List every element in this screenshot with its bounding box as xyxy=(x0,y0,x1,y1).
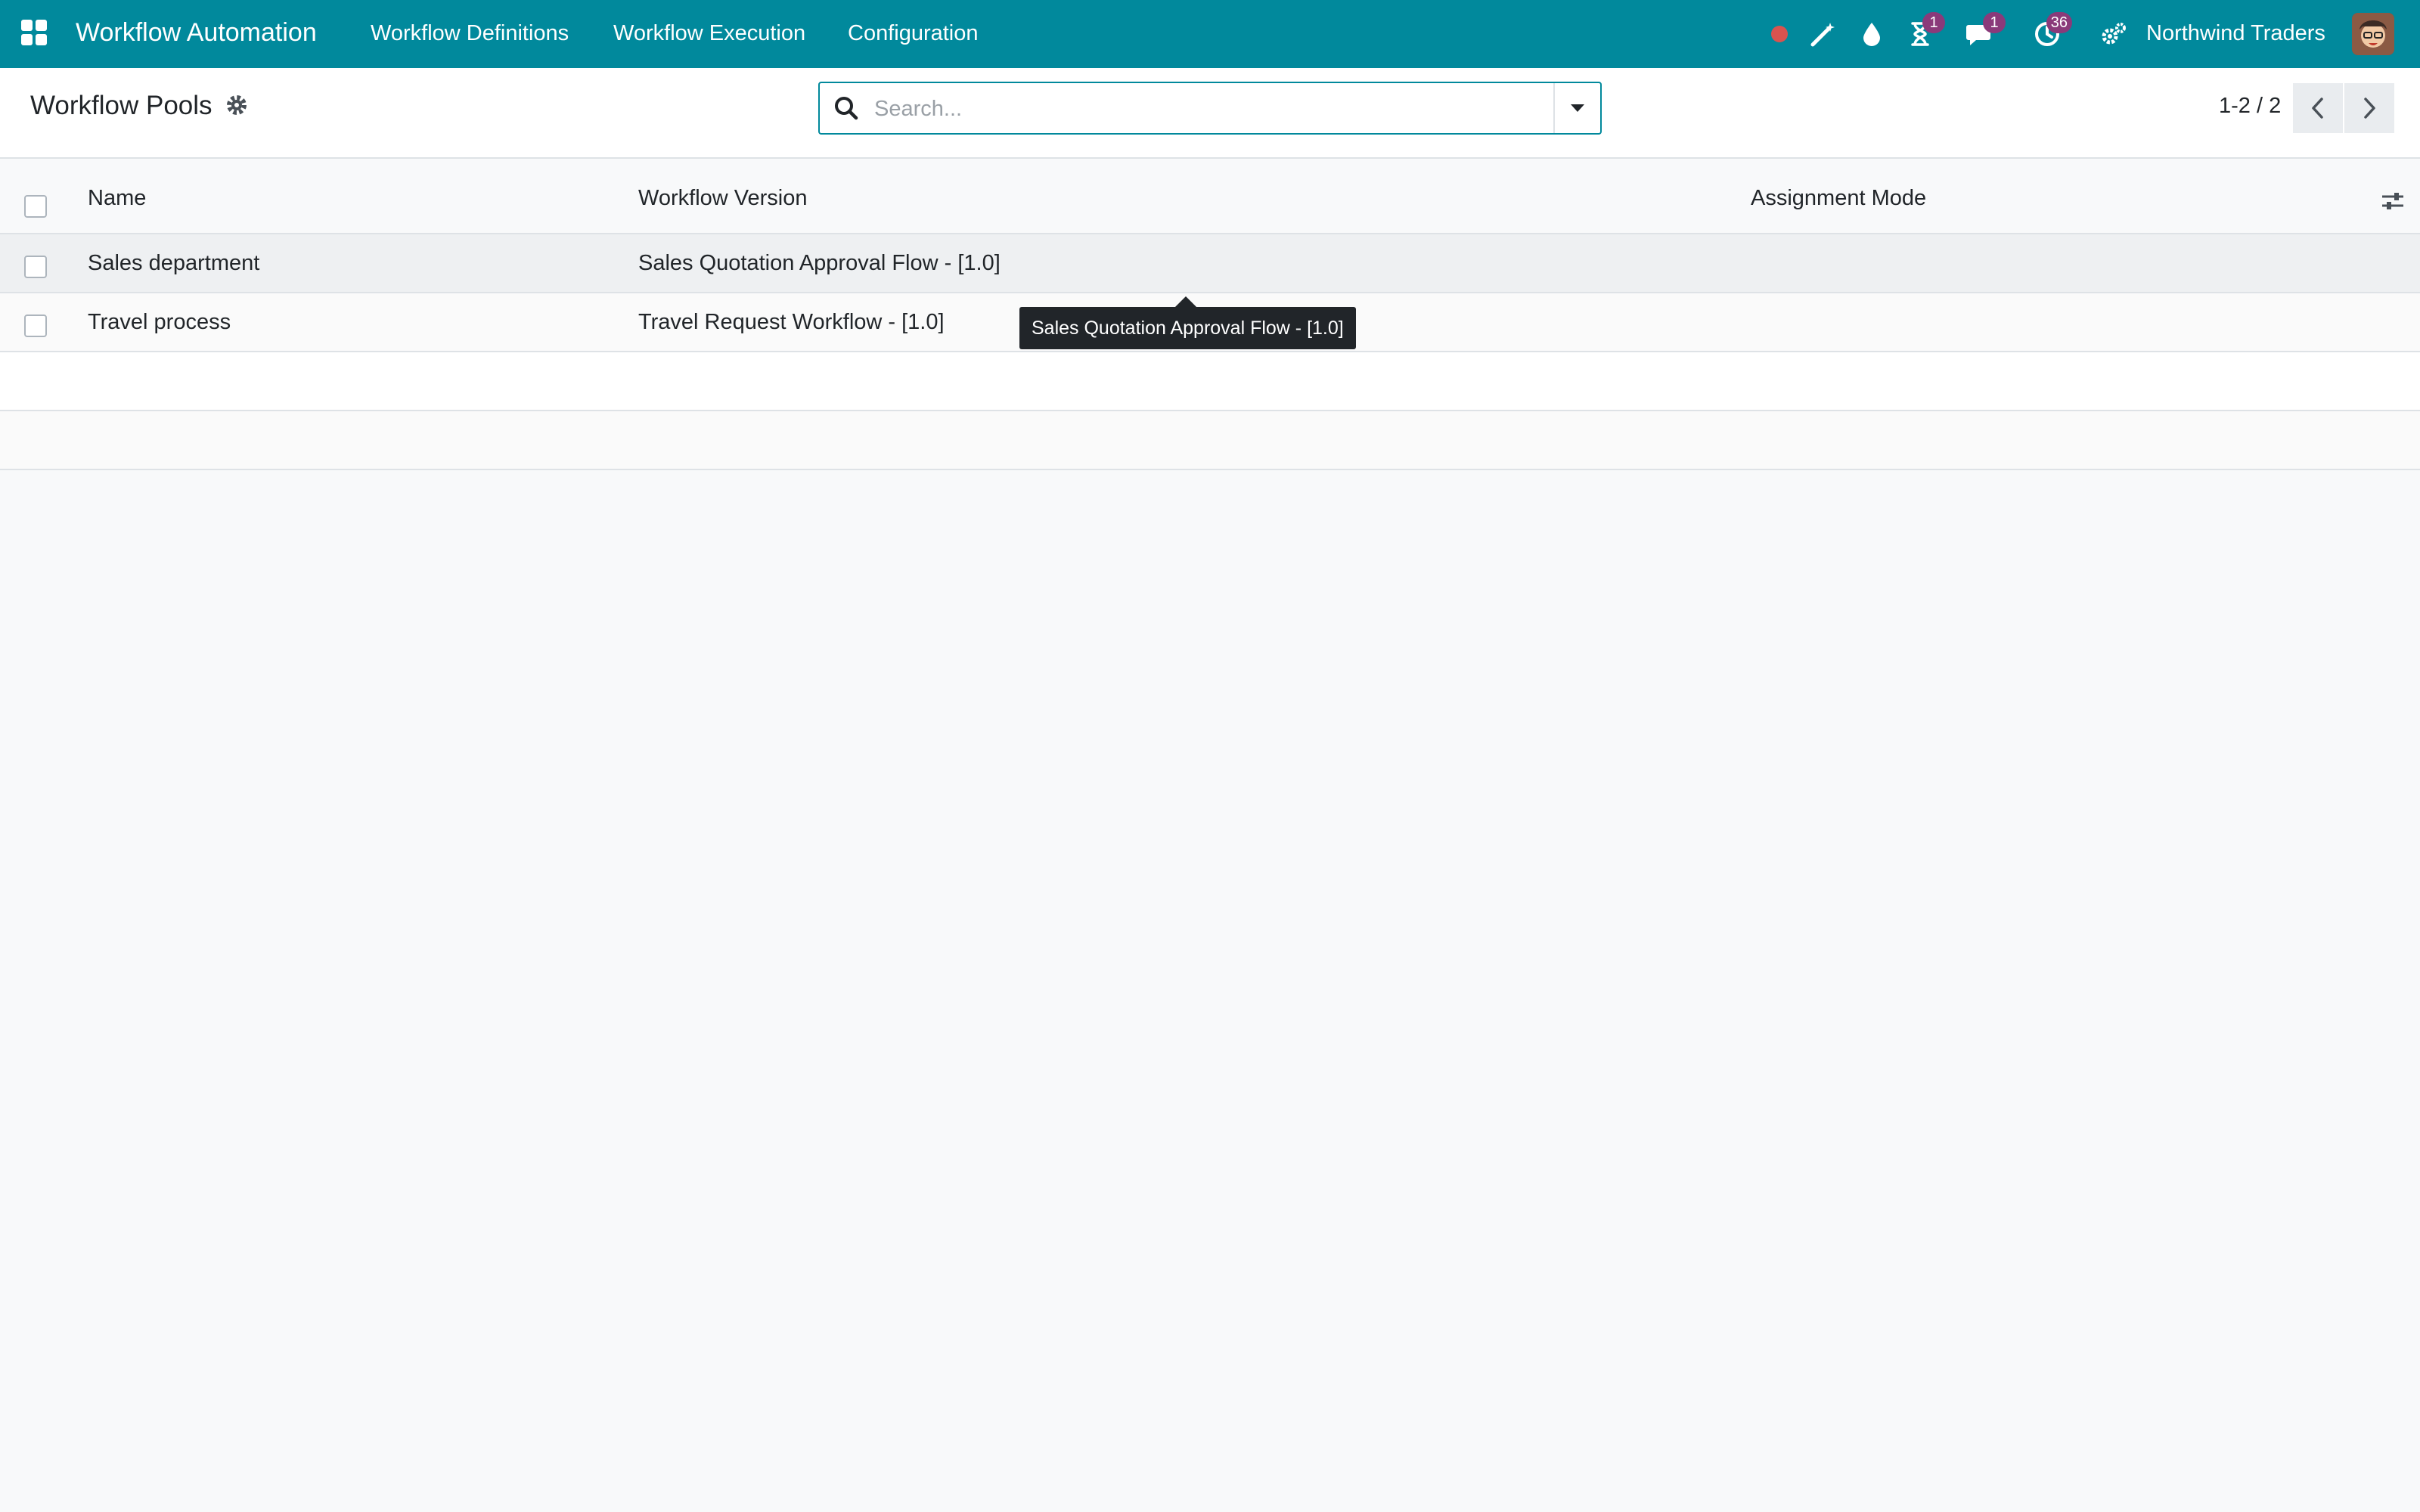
optional-columns-icon[interactable] xyxy=(2381,189,2405,213)
activity-count-badge: 1 xyxy=(1922,12,1945,33)
chevron-right-icon xyxy=(2364,98,2375,119)
row-checkbox[interactable] xyxy=(24,256,47,278)
settings-cogs-icon[interactable] xyxy=(2096,17,2131,51)
page-title[interactable]: Workflow Pools xyxy=(30,91,213,121)
menu-configuration[interactable]: Configuration xyxy=(848,21,979,46)
droplet-icon[interactable] xyxy=(1854,17,1889,51)
top-navbar: Workflow Automation Workflow Definitions… xyxy=(0,0,2420,68)
magic-wand-icon[interactable] xyxy=(1806,17,1841,51)
search-icon xyxy=(833,95,861,122)
tooltip: Sales Quotation Approval Flow - [1.0] xyxy=(1019,296,1356,349)
caret-down-icon xyxy=(1571,104,1584,112)
clock-icon[interactable]: 36 xyxy=(2030,12,2072,51)
pager-value[interactable]: 1-2 / 2 xyxy=(2219,94,2281,119)
menu-workflow-definitions[interactable]: Workflow Definitions xyxy=(371,21,569,46)
record-dot-icon[interactable] xyxy=(1762,17,1797,51)
pager-previous-button[interactable] xyxy=(2293,83,2343,133)
pager-next-button[interactable] xyxy=(2344,83,2394,133)
app-title[interactable]: Workflow Automation xyxy=(76,18,317,48)
empty-row xyxy=(0,411,2420,470)
chat-icon[interactable]: 1 xyxy=(1963,12,2006,51)
messages-count-badge: 1 xyxy=(1983,12,2006,33)
control-panel: Workflow Pools 1-2 / 2 xyxy=(0,68,2420,159)
menu-workflow-execution[interactable]: Workflow Execution xyxy=(613,21,805,46)
table-row[interactable]: Sales department Sales Quotation Approva… xyxy=(0,234,2420,293)
select-all-checkbox[interactable] xyxy=(24,195,47,218)
row-workflow-version[interactable]: Sales Quotation Approval Flow - [1.0] xyxy=(638,251,1001,276)
search-input[interactable] xyxy=(874,91,1570,127)
column-header-name[interactable]: Name xyxy=(88,186,146,211)
column-header-assignment-mode[interactable]: Assignment Mode xyxy=(1751,186,1926,211)
row-name[interactable]: Sales department xyxy=(88,251,259,276)
search-box xyxy=(818,82,1602,135)
empty-row xyxy=(0,352,2420,411)
row-workflow-version[interactable]: Travel Request Workflow - [1.0] xyxy=(638,310,945,335)
timer-count-badge: 36 xyxy=(2046,12,2072,33)
user-avatar[interactable] xyxy=(2352,13,2394,55)
column-header-workflow-version[interactable]: Workflow Version xyxy=(638,186,808,211)
row-checkbox[interactable] xyxy=(24,314,47,337)
chevron-left-icon xyxy=(2312,98,2323,119)
hourglass-icon[interactable]: 1 xyxy=(1903,12,1945,51)
table-header: Name Workflow Version Assignment Mode xyxy=(0,160,2420,234)
search-options-toggle[interactable] xyxy=(1553,83,1600,133)
gear-icon[interactable] xyxy=(225,94,251,119)
apps-grid-icon[interactable] xyxy=(21,20,48,47)
company-switcher[interactable]: Northwind Traders xyxy=(2146,21,2325,46)
row-name[interactable]: Travel process xyxy=(88,310,231,335)
